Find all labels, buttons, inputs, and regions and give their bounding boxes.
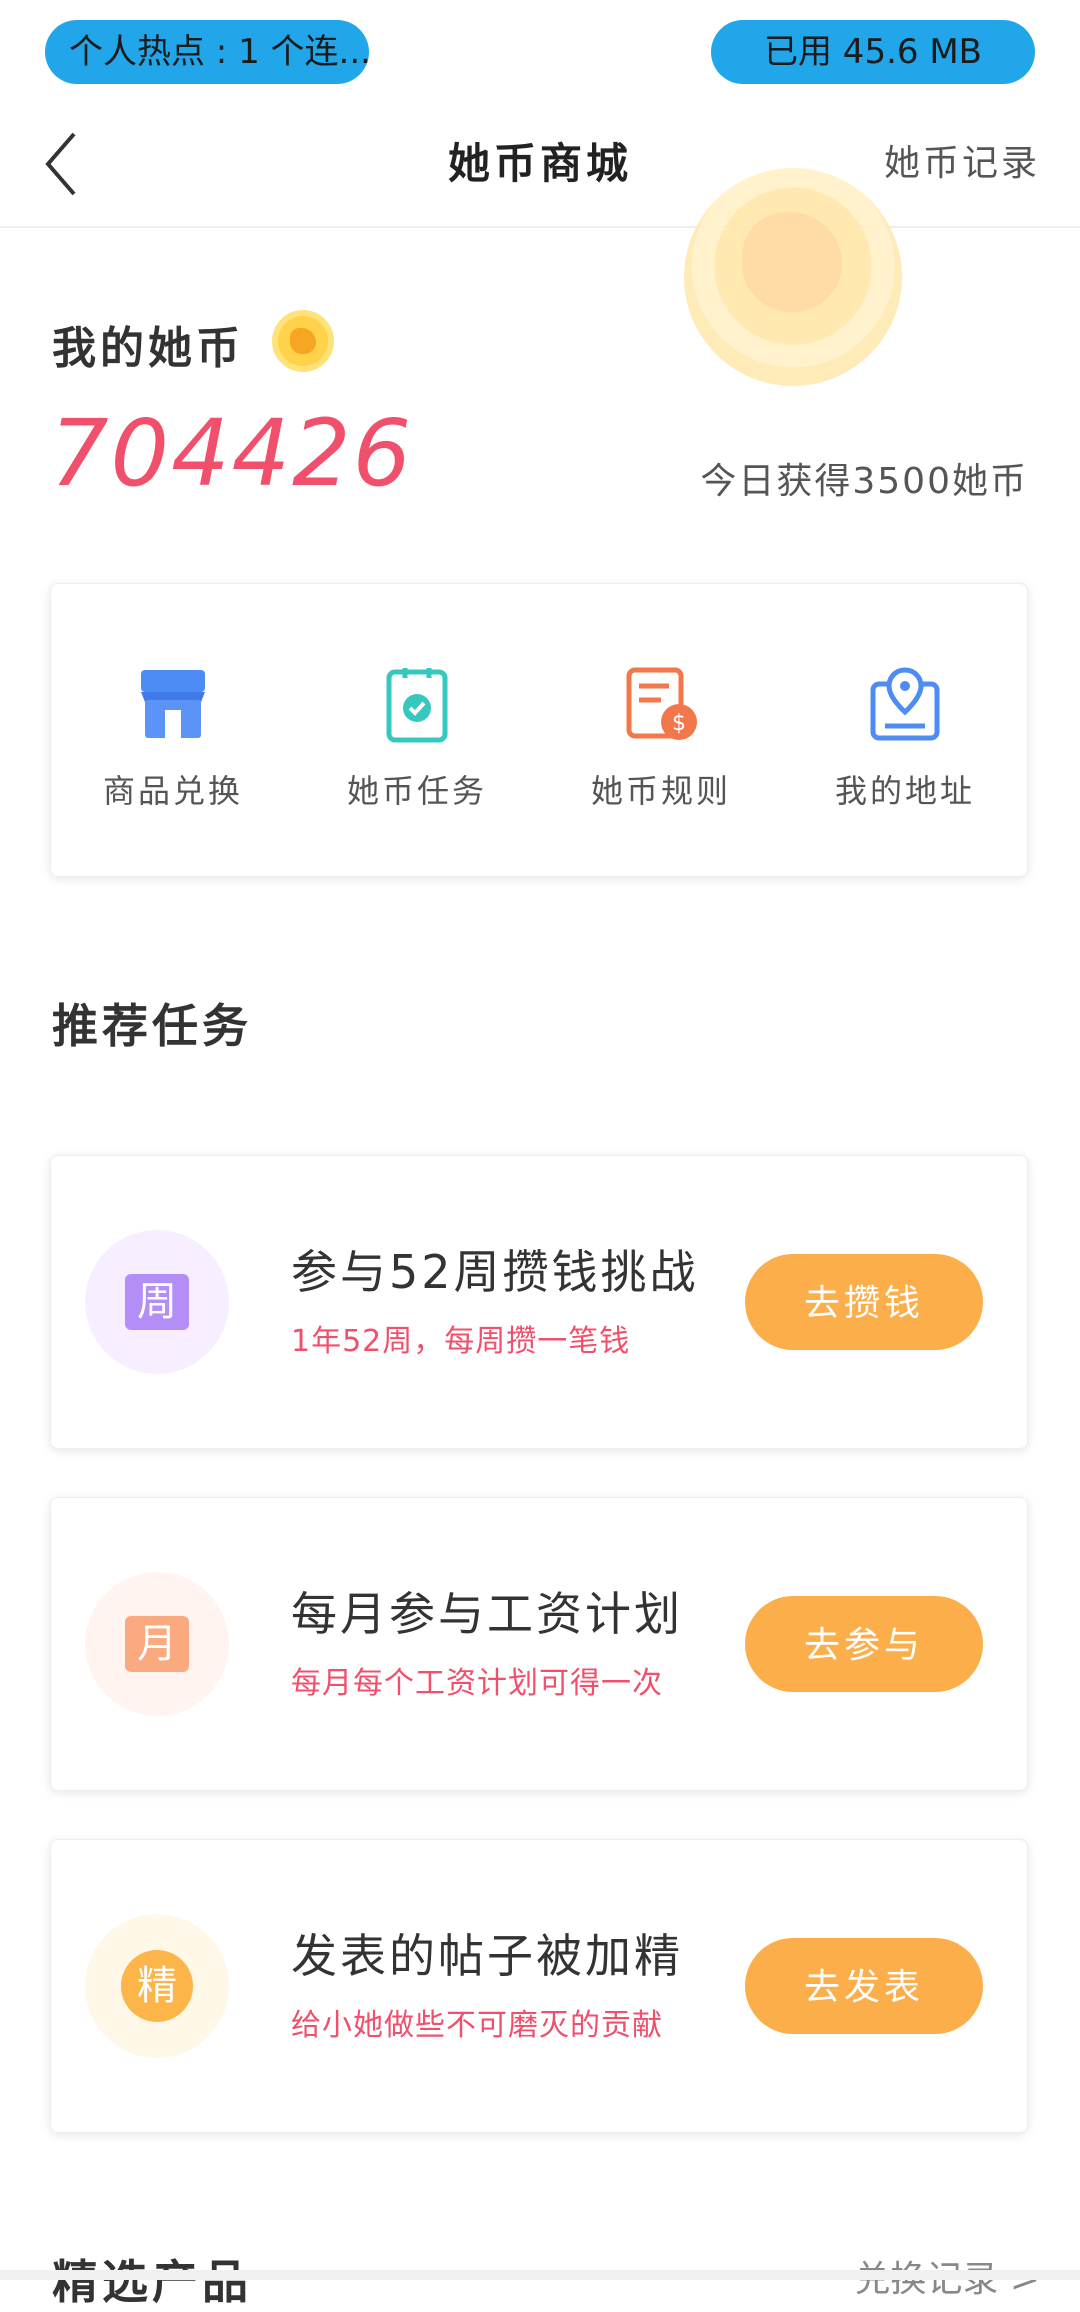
menu-item-address[interactable]: 我的地址 xyxy=(783,584,1027,878)
coin-icon xyxy=(272,310,334,372)
week-icon: 周 xyxy=(125,1274,189,1330)
menu-label: 她币规则 xyxy=(590,772,731,810)
hotspot-indicator[interactable]: 个人热点 : 1 个连... xyxy=(45,20,369,84)
task-subtitle: 给小她做些不可磨灭的贡献 xyxy=(291,2008,663,2043)
task-title: 每月参与工资计划 xyxy=(291,1587,683,1641)
menu-label: 商品兑换 xyxy=(102,772,243,810)
data-usage-indicator: 已用 45.6 MB xyxy=(711,20,1035,84)
coin-record-link[interactable]: 她币记录 xyxy=(884,100,1040,228)
menu-label: 我的地址 xyxy=(834,772,975,810)
status-bar: 个人热点 : 1 个连... 已用 45.6 MB xyxy=(0,0,1080,100)
location-icon xyxy=(870,667,940,741)
decorative-coin-icon xyxy=(684,168,902,386)
svg-text:$: $ xyxy=(672,711,686,736)
task-card[interactable]: 月 每月参与工资计划 每月每个工资计划可得一次 去参与 xyxy=(50,1497,1028,1791)
bottom-divider xyxy=(0,2270,1080,2280)
task-card[interactable]: 周 参与52周攒钱挑战 1年52周，每周攒一笔钱 去攒钱 xyxy=(50,1155,1028,1449)
task-card[interactable]: 精 发表的帖子被加精 给小她做些不可磨灭的贡献 去发表 xyxy=(50,1839,1028,2133)
save-money-button[interactable]: 去攒钱 xyxy=(745,1254,983,1350)
month-icon-wrap: 月 xyxy=(85,1572,229,1716)
task-subtitle: 1年52周，每周攒一笔钱 xyxy=(291,1324,631,1359)
coin-balance: 704426 xyxy=(50,400,414,507)
menu-item-rules[interactable]: $ 她币规则 xyxy=(539,584,783,878)
task-title: 参与52周攒钱挑战 xyxy=(291,1245,699,1299)
app-header: 她币商城 她币记录 xyxy=(0,100,1080,228)
task-clipboard-icon xyxy=(386,668,448,743)
rules-document-icon: $ xyxy=(626,667,697,740)
week-icon-wrap: 周 xyxy=(85,1230,229,1374)
quick-menu-card: 商品兑换 她币任务 $ 她币规则 我的地址 xyxy=(50,583,1028,877)
today-earned-text: 今日获得3500她币 xyxy=(700,461,1028,502)
featured-icon-wrap: 精 xyxy=(85,1914,229,2058)
menu-item-exchange[interactable]: 商品兑换 xyxy=(51,584,295,878)
my-coins-label: 我的她币 xyxy=(52,323,244,374)
menu-item-tasks[interactable]: 她币任务 xyxy=(295,584,539,878)
join-button[interactable]: 去参与 xyxy=(745,1596,983,1692)
publish-button[interactable]: 去发表 xyxy=(745,1938,983,2034)
featured-medal-icon: 精 xyxy=(121,1950,193,2022)
month-icon: 月 xyxy=(125,1616,189,1672)
menu-label: 她币任务 xyxy=(346,772,487,810)
recommended-tasks-title: 推荐任务 xyxy=(52,999,252,1053)
task-title: 发表的帖子被加精 xyxy=(291,1929,683,1983)
store-icon xyxy=(141,670,205,738)
task-subtitle: 每月每个工资计划可得一次 xyxy=(291,1666,663,1701)
